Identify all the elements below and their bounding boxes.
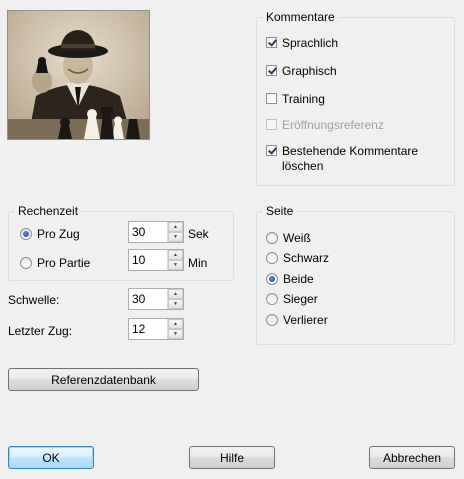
checkbox-label: Training — [282, 92, 325, 106]
checkbox-eroeffnungsreferenz: Eröffnungsreferenz — [266, 118, 384, 133]
spin-down-icon[interactable]: ▼ — [168, 329, 183, 339]
radio-verlierer[interactable]: Verlierer — [266, 313, 328, 328]
radio-button[interactable] — [266, 252, 278, 264]
radio-schwarz[interactable]: Schwarz — [266, 251, 329, 266]
per-game-spinbox[interactable]: ▲ ▼ — [128, 249, 184, 271]
spin-up-icon[interactable]: ▲ — [168, 250, 183, 260]
radio-label: Pro Zug — [37, 227, 80, 241]
radio-button[interactable] — [266, 232, 278, 244]
spin-arrows[interactable]: ▲ ▼ — [167, 319, 183, 339]
radio-weiss[interactable]: Weiß — [266, 231, 311, 246]
help-button[interactable]: Hilfe — [189, 446, 275, 469]
per-game-unit: Min — [188, 256, 208, 270]
reference-database-button[interactable]: Referenzdatenbank — [8, 368, 199, 391]
radio-beide[interactable]: Beide — [266, 272, 314, 287]
checkbox-label: Bestehende Kommentare löschen — [282, 144, 419, 173]
radio-button[interactable] — [20, 228, 32, 240]
radio-pro-zug[interactable]: Pro Zug — [20, 227, 80, 242]
spin-arrows[interactable]: ▲ ▼ — [167, 289, 183, 309]
radio-sieger[interactable]: Sieger — [266, 292, 318, 307]
last-move-input[interactable] — [129, 319, 167, 339]
last-move-spinbox[interactable]: ▲ ▼ — [128, 318, 184, 340]
checkbox-kommentare-loeschen[interactable]: Bestehende Kommentare löschen — [266, 144, 446, 174]
spin-up-icon[interactable]: ▲ — [168, 319, 183, 329]
checkbox-label: Graphisch — [282, 64, 337, 78]
per-move-input[interactable] — [129, 222, 167, 242]
cancel-button[interactable]: Abbrechen — [369, 446, 455, 469]
checkbox-box[interactable] — [266, 93, 277, 104]
checkbox-graphisch[interactable]: Graphisch — [266, 64, 337, 79]
checkbox-label: Sprachlich — [282, 36, 339, 50]
spin-up-icon[interactable]: ▲ — [168, 289, 183, 299]
chess-player-photo — [7, 10, 150, 140]
side-group-title: Seite — [263, 204, 297, 218]
radio-label: Beide — [283, 272, 314, 286]
threshold-label: Schwelle: — [8, 293, 60, 307]
checkbox-box[interactable] — [266, 65, 277, 76]
checkbox-box — [266, 119, 277, 130]
spin-down-icon[interactable]: ▼ — [168, 232, 183, 242]
per-move-unit: Sek — [188, 227, 209, 241]
radio-pro-partie[interactable]: Pro Partie — [20, 256, 90, 271]
per-game-input[interactable] — [129, 250, 167, 270]
radio-label: Schwarz — [283, 251, 330, 265]
per-move-spinbox[interactable]: ▲ ▼ — [128, 221, 184, 243]
thinking-time-group-title: Rechenzeit — [15, 204, 82, 218]
radio-button[interactable] — [266, 273, 278, 285]
radio-label: Verlierer — [283, 313, 328, 327]
comments-group-title: Kommentare — [263, 10, 338, 24]
ok-button[interactable]: OK — [8, 446, 94, 469]
last-move-label: Letzter Zug: — [8, 324, 73, 338]
threshold-spinbox[interactable]: ▲ ▼ — [128, 288, 184, 310]
spin-arrows[interactable]: ▲ ▼ — [167, 250, 183, 270]
radio-label: Sieger — [283, 292, 318, 306]
spin-up-icon[interactable]: ▲ — [168, 222, 183, 232]
checkbox-label: Eröffnungsreferenz — [282, 118, 384, 132]
spin-down-icon[interactable]: ▼ — [168, 260, 183, 270]
radio-button[interactable] — [266, 314, 278, 326]
spin-down-icon[interactable]: ▼ — [168, 299, 183, 309]
checkbox-training[interactable]: Training — [266, 92, 325, 107]
radio-button[interactable] — [266, 293, 278, 305]
checkbox-box[interactable] — [266, 37, 277, 48]
radio-button[interactable] — [20, 257, 32, 269]
radio-label: Pro Partie — [37, 256, 91, 270]
checkbox-box[interactable] — [266, 145, 277, 156]
spin-arrows[interactable]: ▲ ▼ — [167, 222, 183, 242]
radio-label: Weiß — [283, 231, 311, 245]
threshold-input[interactable] — [129, 289, 167, 309]
checkbox-sprachlich[interactable]: Sprachlich — [266, 36, 338, 51]
